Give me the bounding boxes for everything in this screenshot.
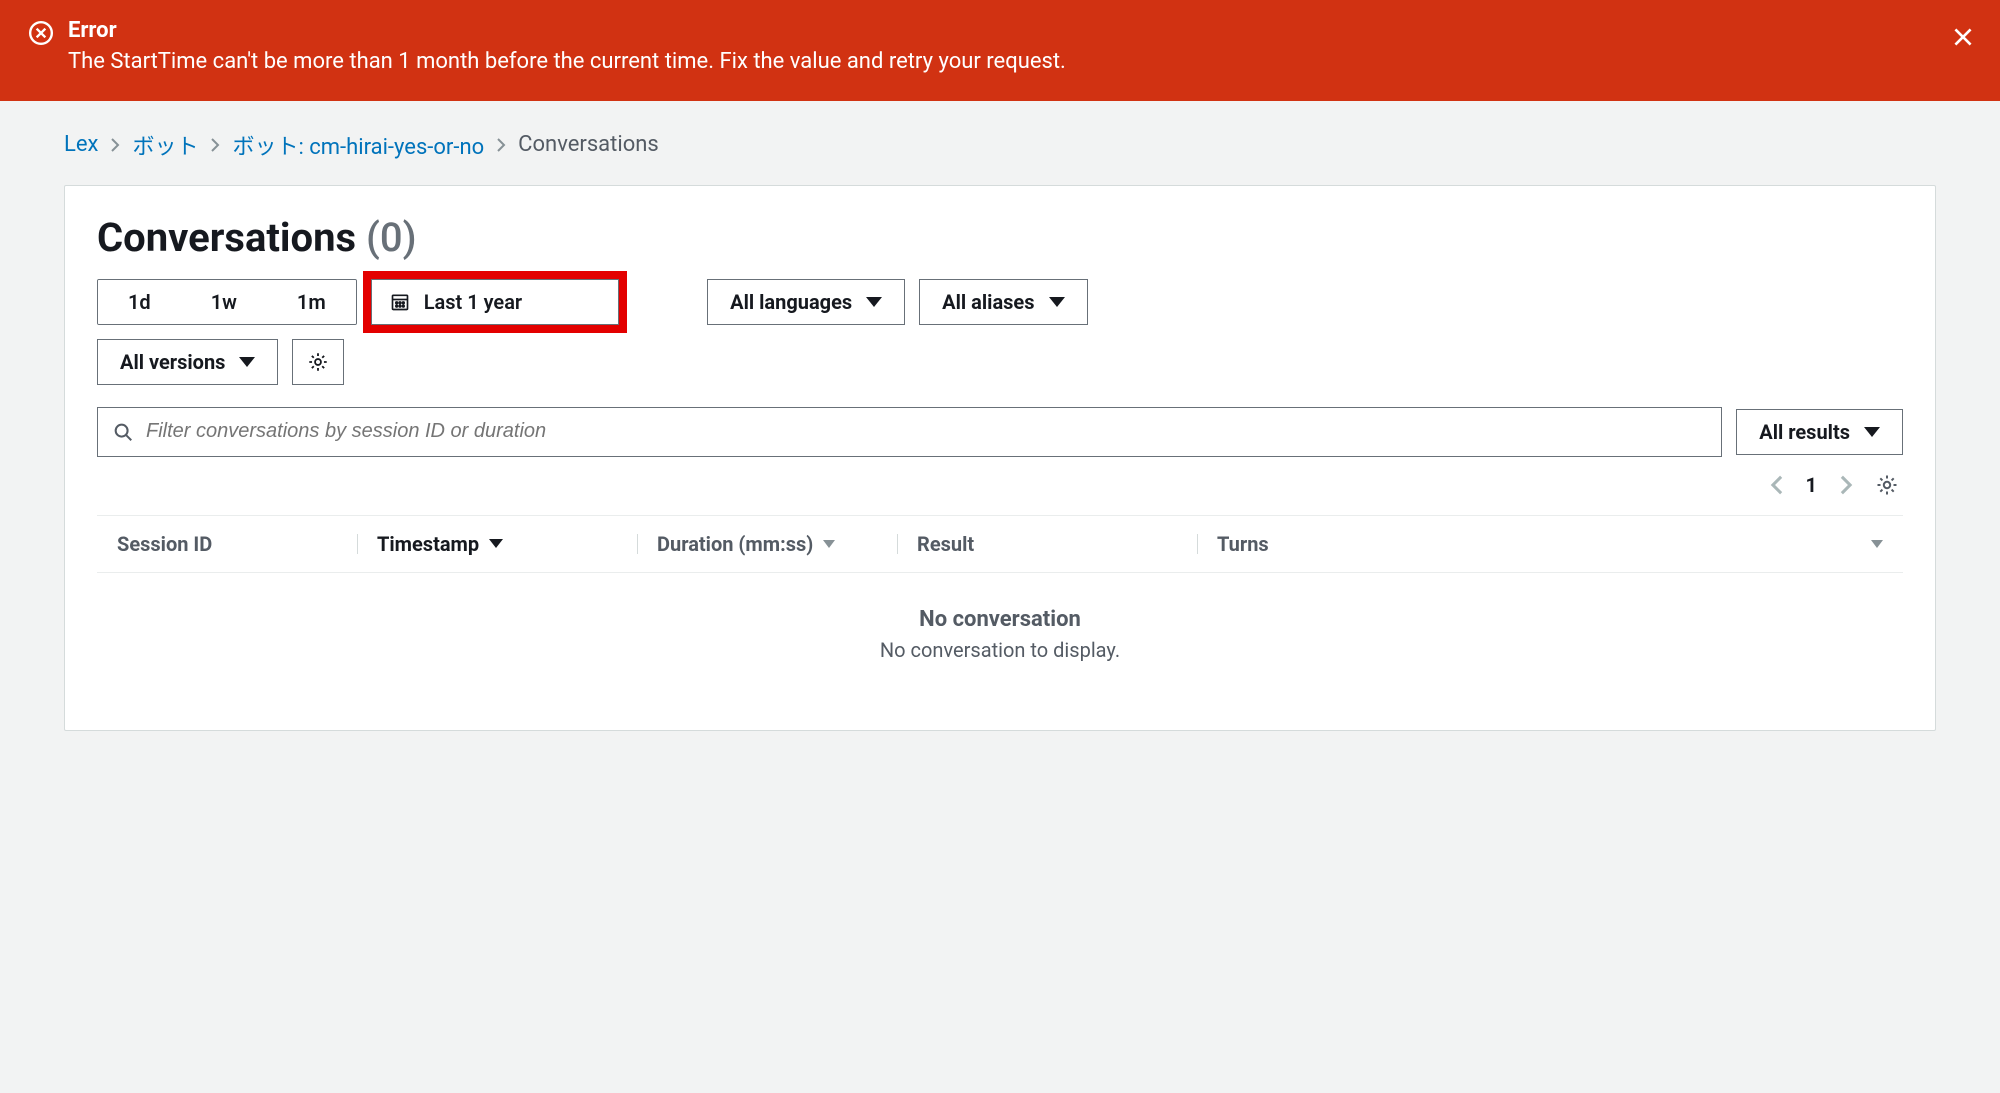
error-title: Error <box>68 18 1972 43</box>
prev-page-button[interactable] <box>1770 474 1784 496</box>
conversations-panel: Conversations (0) 1d 1w 1m Last 1 year <box>64 185 1936 731</box>
search-icon <box>112 421 134 443</box>
sort-desc-icon <box>489 539 503 548</box>
breadcrumb-link-bots[interactable]: ボット <box>132 129 198 161</box>
search-box[interactable] <box>97 407 1722 457</box>
time-range-1d[interactable]: 1d <box>98 280 181 324</box>
col-turns[interactable]: Turns <box>1197 532 1903 556</box>
breadcrumb: Lex ボット ボット: cm-hirai-yes-or-no Conversa… <box>64 129 1936 161</box>
col-duration-label: Duration (mm:ss) <box>657 532 813 556</box>
page-number: 1 <box>1806 473 1817 497</box>
empty-title: No conversation <box>97 607 1903 632</box>
breadcrumb-link-lex[interactable]: Lex <box>64 132 98 157</box>
col-result-label: Result <box>917 532 974 556</box>
caret-down-icon <box>1864 427 1880 437</box>
empty-state: No conversation No conversation to displ… <box>97 573 1903 706</box>
page-title-text: Conversations <box>97 214 356 261</box>
col-timestamp-label: Timestamp <box>377 532 479 556</box>
conversations-table: Session ID Timestamp Duration (mm:ss) Re… <box>97 515 1903 706</box>
col-timestamp[interactable]: Timestamp <box>357 532 637 556</box>
time-range-1m[interactable]: 1m <box>267 280 356 324</box>
languages-filter-label: All languages <box>730 290 852 314</box>
col-duration[interactable]: Duration (mm:ss) <box>637 532 897 556</box>
results-filter[interactable]: All results <box>1736 409 1903 455</box>
table-header: Session ID Timestamp Duration (mm:ss) Re… <box>97 515 1903 573</box>
empty-subtitle: No conversation to display. <box>97 638 1903 662</box>
col-session-label: Session ID <box>117 532 212 556</box>
caret-down-icon <box>866 297 882 307</box>
col-result[interactable]: Result <box>897 532 1197 556</box>
custom-date-range-label: Last 1 year <box>424 290 522 314</box>
sort-icon <box>1871 540 1883 548</box>
error-icon <box>28 20 54 46</box>
table-settings-button[interactable] <box>1875 473 1899 497</box>
close-icon[interactable] <box>1950 24 1976 50</box>
time-range-1w[interactable]: 1w <box>181 280 267 324</box>
page-title-count: (0) <box>366 214 417 261</box>
breadcrumb-link-bot-detail[interactable]: ボット: cm-hirai-yes-or-no <box>232 129 484 161</box>
search-input[interactable] <box>146 420 1707 443</box>
aliases-filter-label: All aliases <box>942 290 1034 314</box>
time-range-segments: 1d 1w 1m <box>97 279 357 325</box>
gear-icon <box>307 351 329 373</box>
versions-filter-label: All versions <box>120 350 225 374</box>
page-title: Conversations (0) <box>97 214 1903 261</box>
chevron-right-icon <box>496 137 506 153</box>
pagination: 1 <box>97 465 1903 515</box>
sort-icon <box>823 540 835 548</box>
error-message: The StartTime can't be more than 1 month… <box>68 47 1972 77</box>
chevron-right-icon <box>210 137 220 153</box>
custom-date-range-picker[interactable]: Last 1 year <box>371 279 619 325</box>
versions-filter[interactable]: All versions <box>97 339 278 385</box>
next-page-button[interactable] <box>1839 474 1853 496</box>
languages-filter[interactable]: All languages <box>707 279 905 325</box>
settings-button[interactable] <box>292 339 344 385</box>
col-turns-label: Turns <box>1217 532 1269 556</box>
chevron-right-icon <box>110 137 120 153</box>
error-banner: Error The StartTime can't be more than 1… <box>0 0 2000 101</box>
aliases-filter[interactable]: All aliases <box>919 279 1087 325</box>
calendar-icon <box>390 292 410 312</box>
results-filter-label: All results <box>1759 420 1850 444</box>
breadcrumb-current: Conversations <box>518 132 659 157</box>
caret-down-icon <box>239 357 255 367</box>
caret-down-icon <box>1049 297 1065 307</box>
col-session-id[interactable]: Session ID <box>97 532 357 556</box>
